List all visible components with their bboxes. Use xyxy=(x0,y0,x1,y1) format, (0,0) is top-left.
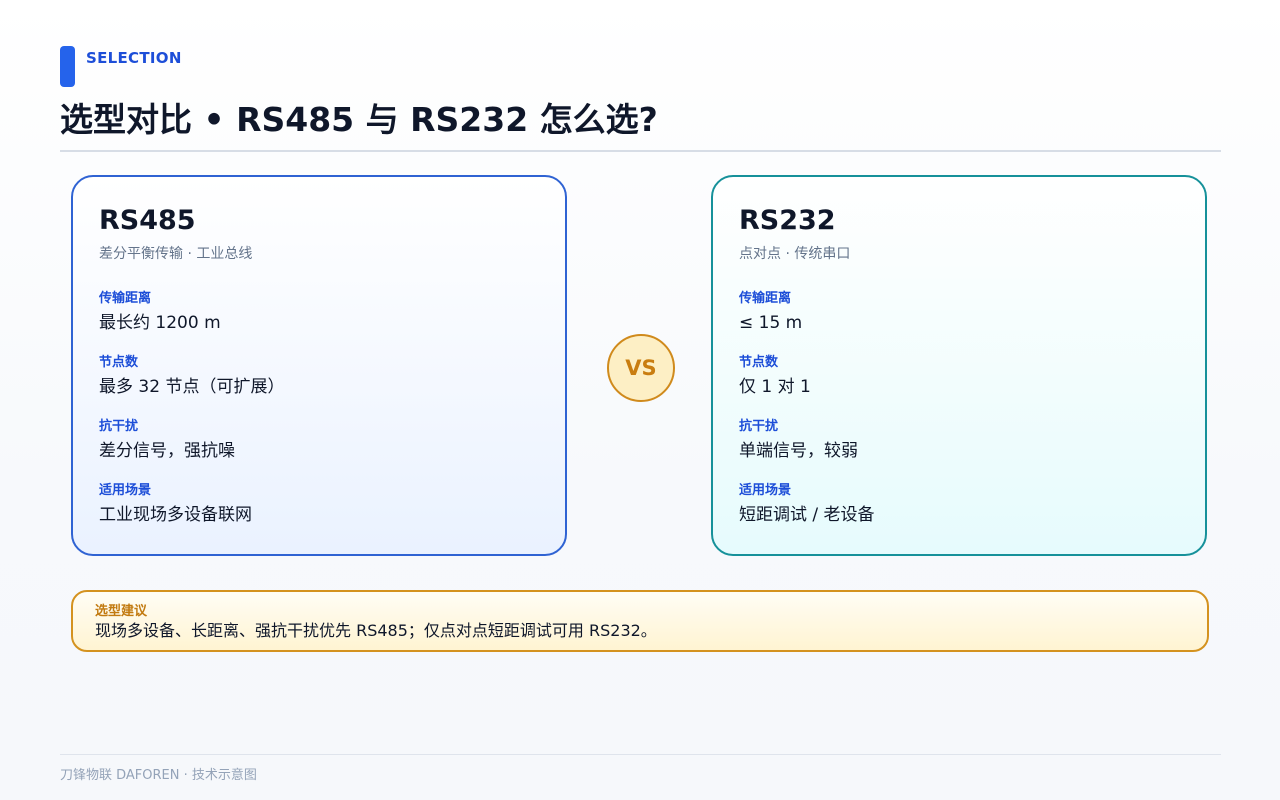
spec-list: 传输距离 最长约 1200 m 节点数 最多 32 节点（可扩展） 抗干扰 差分… xyxy=(99,290,539,527)
spec-label: 抗干扰 xyxy=(99,419,139,434)
spec-value: 差分信号，强抗噪 xyxy=(99,441,235,461)
spec-noise-immunity: 抗干扰 单端信号，较弱 xyxy=(739,418,1179,463)
section-accent-bar xyxy=(60,46,75,87)
vs-badge: VS xyxy=(607,334,675,402)
spec-label: 传输距离 xyxy=(99,291,152,306)
card-subtitle: 点对点 · 传统串口 xyxy=(739,246,851,262)
page-title: 选型对比 • RS485 与 RS232 怎么选? xyxy=(60,100,658,139)
section-eyebrow: SELECTION xyxy=(86,49,182,67)
vs-label: VS xyxy=(625,356,657,380)
title-divider xyxy=(60,150,1221,152)
rs485-card: RS485 差分平衡传输 · 工业总线 传输距离 最长约 1200 m 节点数 … xyxy=(71,175,567,556)
spec-label: 节点数 xyxy=(99,355,139,370)
spec-label: 适用场景 xyxy=(739,483,792,498)
spec-label: 节点数 xyxy=(739,355,779,370)
spec-label: 传输距离 xyxy=(739,291,792,306)
card-title: RS485 xyxy=(99,205,196,236)
advice-label: 选型建议 xyxy=(95,604,148,619)
spec-value: 工业现场多设备联网 xyxy=(99,505,252,525)
footer-credit: 刀锋物联 DAFOREN · 技术示意图 xyxy=(60,768,257,783)
spec-noise-immunity: 抗干扰 差分信号，强抗噪 xyxy=(99,418,539,463)
spec-distance: 传输距离 最长约 1200 m xyxy=(99,290,539,335)
advice-text: 现场多设备、长距离、强抗干扰优先 RS485；仅点对点短距调试可用 RS232。 xyxy=(95,621,657,640)
rs232-card: RS232 点对点 · 传统串口 传输距离 ≤ 15 m 节点数 仅 1 对 1… xyxy=(711,175,1207,556)
spec-list: 传输距离 ≤ 15 m 节点数 仅 1 对 1 抗干扰 单端信号，较弱 适用场景… xyxy=(739,290,1179,527)
spec-nodes: 节点数 最多 32 节点（可扩展） xyxy=(99,354,539,399)
spec-value: 短距调试 / 老设备 xyxy=(739,505,875,525)
spec-use-case: 适用场景 工业现场多设备联网 xyxy=(99,482,539,527)
spec-use-case: 适用场景 短距调试 / 老设备 xyxy=(739,482,1179,527)
card-subtitle: 差分平衡传输 · 工业总线 xyxy=(99,246,253,262)
spec-label: 抗干扰 xyxy=(739,419,779,434)
spec-value: 最多 32 节点（可扩展） xyxy=(99,377,285,397)
card-title: RS232 xyxy=(739,205,836,236)
spec-nodes: 节点数 仅 1 对 1 xyxy=(739,354,1179,399)
spec-value: 单端信号，较弱 xyxy=(739,441,858,461)
spec-value: 仅 1 对 1 xyxy=(739,377,811,397)
spec-value: 最长约 1200 m xyxy=(99,313,221,333)
selection-advice-box: 选型建议 现场多设备、长距离、强抗干扰优先 RS485；仅点对点短距调试可用 R… xyxy=(71,590,1209,652)
footer-divider xyxy=(60,754,1221,755)
spec-value: ≤ 15 m xyxy=(739,313,803,333)
spec-distance: 传输距离 ≤ 15 m xyxy=(739,290,1179,335)
spec-label: 适用场景 xyxy=(99,483,152,498)
